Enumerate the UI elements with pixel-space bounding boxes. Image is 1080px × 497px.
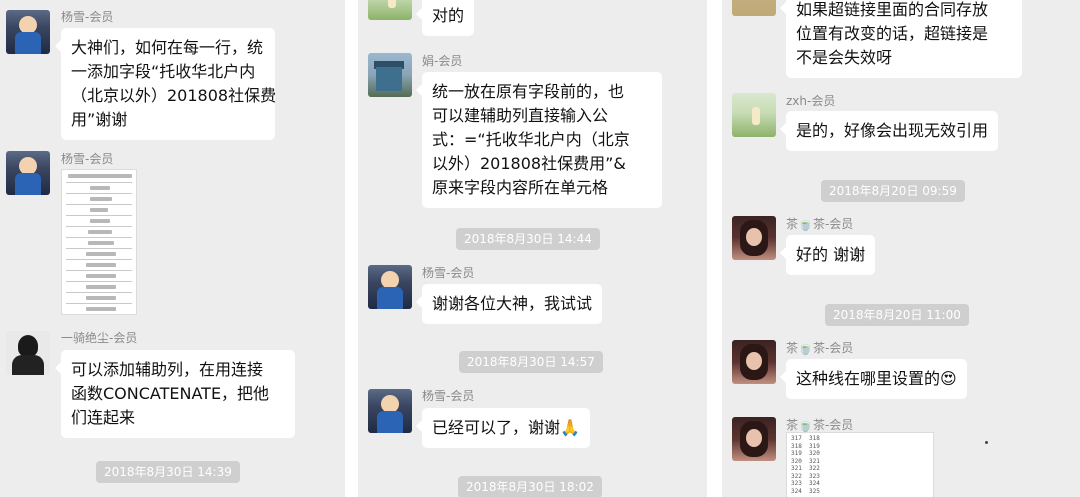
chat-panel-3: 如果超链接里面的合同存放 位置有改变的话，超链接是 不是会失效呀 zxh-会员 …: [722, 0, 1080, 497]
avatar[interactable]: [6, 10, 50, 54]
grid-row: 324 325: [791, 487, 820, 495]
grid-row: 320 321: [791, 457, 820, 465]
message-line: 可以建辅助列直接输入公: [432, 106, 609, 125]
message-line: 们连起来: [71, 408, 136, 427]
grid-row: 319 320: [791, 450, 820, 457]
message-line: 对的: [432, 6, 465, 25]
sender-name: 茶🍵茶-会员: [786, 341, 854, 355]
message-line: 一添加字段“托收华北户内: [71, 62, 256, 81]
timestamp: 2018年8月20日 09:59: [821, 180, 965, 202]
sender-name: 杨雪-会员: [422, 266, 475, 280]
message-bubble[interactable]: 统一放在原有字段前的，也 可以建辅助列直接输入公 式：=“托收华北户内（北京 以…: [416, 72, 662, 208]
grid-row: 321 322: [791, 465, 820, 472]
avatar[interactable]: [368, 389, 412, 433]
message-line: 用”谢谢: [71, 110, 128, 129]
timestamp: 2018年8月30日 14:57: [459, 351, 603, 373]
grid-row: 318 319: [791, 442, 820, 450]
message-line: 位置有改变的话，超链接是: [796, 24, 989, 43]
sender-name: 杨雪-会员: [422, 389, 475, 403]
timestamp: 2018年8月30日 18:02: [458, 476, 602, 497]
avatar[interactable]: [368, 0, 412, 20]
message-line: 是的，好像会出现无效引用: [796, 121, 989, 140]
sender-name: 娟-会员: [422, 54, 463, 68]
chat-panel-2: 对的 娟-会员 统一放在原有字段前的，也 可以建辅助列直接输入公 式：=“托收华…: [358, 0, 707, 497]
sender-name: 一骑绝尘-会员: [61, 331, 138, 345]
avatar[interactable]: [732, 93, 776, 137]
avatar[interactable]: [732, 340, 776, 384]
grid-row: 322 323: [791, 472, 820, 480]
message-line: 这种线在哪里设置的😍: [796, 369, 957, 388]
message-line: 不是会失效呀: [796, 48, 893, 67]
sender-name: 茶🍵茶-会员: [786, 418, 854, 432]
message-line: 函数CONCATENATE，把他: [71, 384, 270, 403]
avatar[interactable]: [6, 151, 50, 195]
sender-name: 茶🍵茶-会员: [786, 217, 854, 231]
message-bubble[interactable]: 这种线在哪里设置的😍: [780, 359, 967, 399]
avatar[interactable]: [368, 265, 412, 309]
message-bubble[interactable]: 是的，好像会出现无效引用: [779, 111, 999, 151]
sender-name: zxh-会员: [786, 94, 836, 108]
message-bubble[interactable]: 对的: [415, 0, 475, 36]
sender-name: 杨雪-会员: [61, 10, 114, 24]
message-bubble[interactable]: 大神们，如何在每一行，统 一添加字段“托收华北户内 （北京以外）201808社保…: [55, 28, 277, 140]
message-line: （北京以外）201808社保费: [71, 86, 277, 105]
spreadsheet-image[interactable]: [61, 169, 137, 315]
message-line: 大神们，如何在每一行，统: [71, 38, 264, 57]
message-bubble[interactable]: 可以添加辅助列，在用连接 函数CONCATENATE，把他 们连起来: [55, 350, 295, 438]
avatar[interactable]: [368, 53, 412, 97]
sender-name: 杨雪-会员: [61, 152, 114, 166]
message-line: 谢谢各位大神，我试试: [432, 294, 593, 313]
message-line: 原来字段内容所在单元格: [432, 178, 609, 197]
timestamp: 2018年8月30日 14:44: [456, 228, 600, 250]
chat-panel-1: 杨雪-会员 大神们，如何在每一行，统 一添加字段“托收华北户内 （北京以外）20…: [0, 0, 345, 497]
message-bubble[interactable]: 已经可以了，谢谢🙏: [416, 408, 590, 448]
message-line: 以外）201808社保费用”&: [432, 154, 626, 173]
message-line: 已经可以了，谢谢🙏: [432, 418, 580, 437]
dot: [985, 441, 988, 444]
message-bubble[interactable]: 谢谢各位大神，我试试: [415, 284, 603, 324]
message-line: 式：=“托收华北户内（北京: [432, 130, 630, 149]
message-line: 如果超链接里面的合同存放: [796, 0, 989, 19]
message-line: 统一放在原有字段前的，也: [432, 82, 625, 101]
message-line: 可以添加辅助列，在用连接: [71, 360, 264, 379]
message-line: 好的 谢谢: [796, 245, 866, 264]
avatar[interactable]: [6, 331, 50, 375]
message-bubble[interactable]: 好的 谢谢: [779, 235, 876, 275]
avatar[interactable]: [732, 417, 776, 461]
message-bubble[interactable]: 如果超链接里面的合同存放 位置有改变的话，超链接是 不是会失效呀: [780, 0, 1022, 78]
grid-row: 323 324: [791, 480, 820, 487]
grid-row: 317 318: [791, 435, 820, 442]
avatar[interactable]: [732, 216, 776, 260]
spreadsheet-image[interactable]: 317 318 318 319 319 320 320 321 321 322 …: [786, 432, 934, 497]
avatar[interactable]: [732, 0, 776, 16]
timestamp: 2018年8月20日 11:00: [825, 304, 969, 326]
timestamp: 2018年8月30日 14:39: [96, 461, 240, 483]
